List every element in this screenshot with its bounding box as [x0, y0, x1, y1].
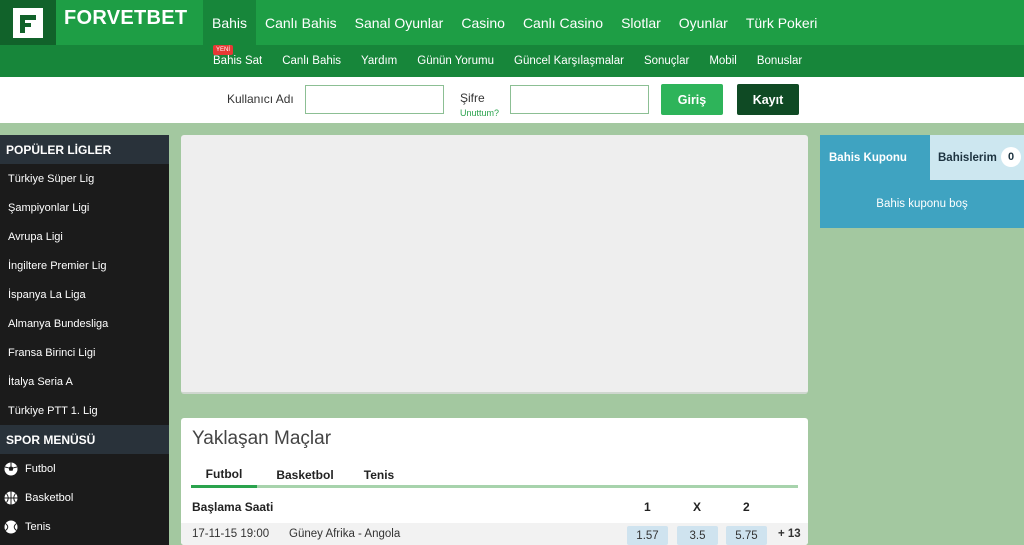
subnav-guncel-karsilasmalar[interactable]: Güncel Karşılaşmalar — [504, 45, 634, 77]
subnav-mobil[interactable]: Mobil — [699, 45, 746, 77]
league-item[interactable]: Fransa Birinci Ligi — [0, 338, 169, 367]
odd-2-button[interactable]: 5.75 — [726, 526, 767, 545]
my-bets-count-badge: 0 — [1001, 147, 1021, 167]
league-item[interactable]: İngiltere Premier Lig — [0, 251, 169, 280]
match-teams[interactable]: Güney Afrika - Angola — [289, 523, 400, 545]
subnav-canli-bahis[interactable]: Canlı Bahis — [272, 45, 351, 77]
more-markets-link[interactable]: + 13 — [778, 523, 801, 545]
league-item[interactable]: Şampiyonlar Ligi — [0, 193, 169, 222]
sport-item-basketbol[interactable]: Basketbol — [0, 483, 169, 512]
nav-bahis[interactable]: Bahis — [203, 0, 257, 45]
tennis-icon — [4, 520, 18, 534]
forgot-password-link[interactable]: Unuttum? — [460, 108, 499, 118]
sub-nav: YENİ Bahis Sat Canlı Bahis Yardım Günün … — [203, 45, 812, 77]
tab-tenis[interactable]: Tenis — [355, 462, 403, 488]
odd-1-button[interactable]: 1.57 — [627, 526, 668, 545]
sub-header: YENİ Bahis Sat Canlı Bahis Yardım Günün … — [0, 45, 1024, 77]
league-item[interactable]: Türkiye Süper Lig — [0, 164, 169, 193]
new-badge: YENİ — [213, 45, 234, 55]
top-header: FORVETBET Bahis Canlı Bahis Sanal Oyunla… — [0, 0, 1024, 45]
nav-canli-casino[interactable]: Canlı Casino — [514, 0, 612, 45]
password-input[interactable] — [510, 85, 649, 114]
odd-x-button[interactable]: 3.5 — [677, 526, 718, 545]
left-sidebar: POPÜLER LİGLER Türkiye Süper Lig Şampiyo… — [0, 135, 169, 545]
basketball-icon — [4, 491, 18, 505]
subnav-gunun-yorumu[interactable]: Günün Yorumu — [407, 45, 504, 77]
sport-label: Basketbol — [25, 491, 74, 504]
nav-sanal-oyunlar[interactable]: Sanal Oyunlar — [346, 0, 453, 45]
subnav-label: Bahis Sat — [213, 55, 263, 67]
sport-tabs: Futbol Basketbol Tenis — [191, 462, 798, 488]
match-time: 17-11-15 19:00 — [192, 528, 270, 540]
upcoming-matches-panel: Yaklaşan Maçlar Futbol Basketbol Tenis B… — [181, 418, 808, 545]
logo-icon[interactable] — [0, 0, 56, 45]
football-icon — [4, 462, 18, 476]
sport-label: Tenis — [25, 520, 51, 533]
subnav-sonuclar[interactable]: Sonuçlar — [634, 45, 699, 77]
username-label: Kullanıcı Adı — [227, 92, 294, 106]
my-bets-label: Bahislerim — [938, 151, 997, 164]
nav-turk-pokeri[interactable]: Türk Pokeri — [737, 0, 827, 45]
subnav-bahis-sat[interactable]: YENİ Bahis Sat — [203, 45, 272, 77]
league-item[interactable]: Avrupa Ligi — [0, 222, 169, 251]
tab-futbol[interactable]: Futbol — [191, 462, 257, 488]
nav-slotlar[interactable]: Slotlar — [612, 0, 670, 45]
start-time-header: Başlama Saati — [192, 500, 274, 514]
main-nav: Bahis Canlı Bahis Sanal Oyunlar Casino C… — [203, 0, 826, 45]
col-1-header: 1 — [644, 500, 651, 514]
nav-oyunlar[interactable]: Oyunlar — [670, 0, 737, 45]
sport-item-tenis[interactable]: Tenis — [0, 512, 169, 541]
popular-leagues-title: POPÜLER LİGLER — [0, 135, 169, 164]
match-row[interactable]: 17-11-15 19:00 Güney Afrika - Angola 1.5… — [181, 523, 808, 545]
sport-label: Futbol — [25, 462, 56, 475]
col-x-header: X — [693, 500, 702, 514]
league-item[interactable]: İspanya La Liga — [0, 280, 169, 309]
empty-coupon-message: Bahis kuponu boş — [876, 198, 968, 210]
sport-menu-title: SPOR MENÜSÜ — [0, 425, 169, 454]
league-item[interactable]: Türkiye PTT 1. Lig — [0, 396, 169, 425]
subnav-yardim[interactable]: Yardım — [351, 45, 407, 77]
tab-my-bets[interactable]: Bahislerim 0 — [930, 135, 1024, 180]
login-button[interactable]: Giriş — [661, 84, 723, 115]
upcoming-title: Yaklaşan Maçlar — [192, 428, 332, 449]
password-label: Şifre — [460, 91, 485, 105]
sport-item-futbol[interactable]: Futbol — [0, 454, 169, 483]
register-button[interactable]: Kayıt — [737, 84, 799, 115]
nav-canli-bahis[interactable]: Canlı Bahis — [256, 0, 346, 45]
betslip-panel: Bahis Kuponu Bahislerim 0 Bahis kuponu b… — [820, 135, 1024, 228]
brand-name[interactable]: FORVETBET — [64, 7, 187, 30]
col-2-header: 2 — [743, 500, 750, 514]
promo-banner[interactable] — [181, 135, 808, 394]
league-item[interactable]: Almanya Bundesliga — [0, 309, 169, 338]
nav-casino[interactable]: Casino — [452, 0, 514, 45]
username-input[interactable] — [305, 85, 444, 114]
tab-basketbol[interactable]: Basketbol — [269, 462, 341, 488]
subnav-bonuslar[interactable]: Bonuslar — [747, 45, 812, 77]
login-bar: Kullanıcı Adı Şifre Unuttum? Giriş Kayıt — [0, 77, 1024, 123]
league-item[interactable]: İtalya Seria A — [0, 367, 169, 396]
tab-bet-coupon[interactable]: Bahis Kuponu — [820, 135, 930, 180]
